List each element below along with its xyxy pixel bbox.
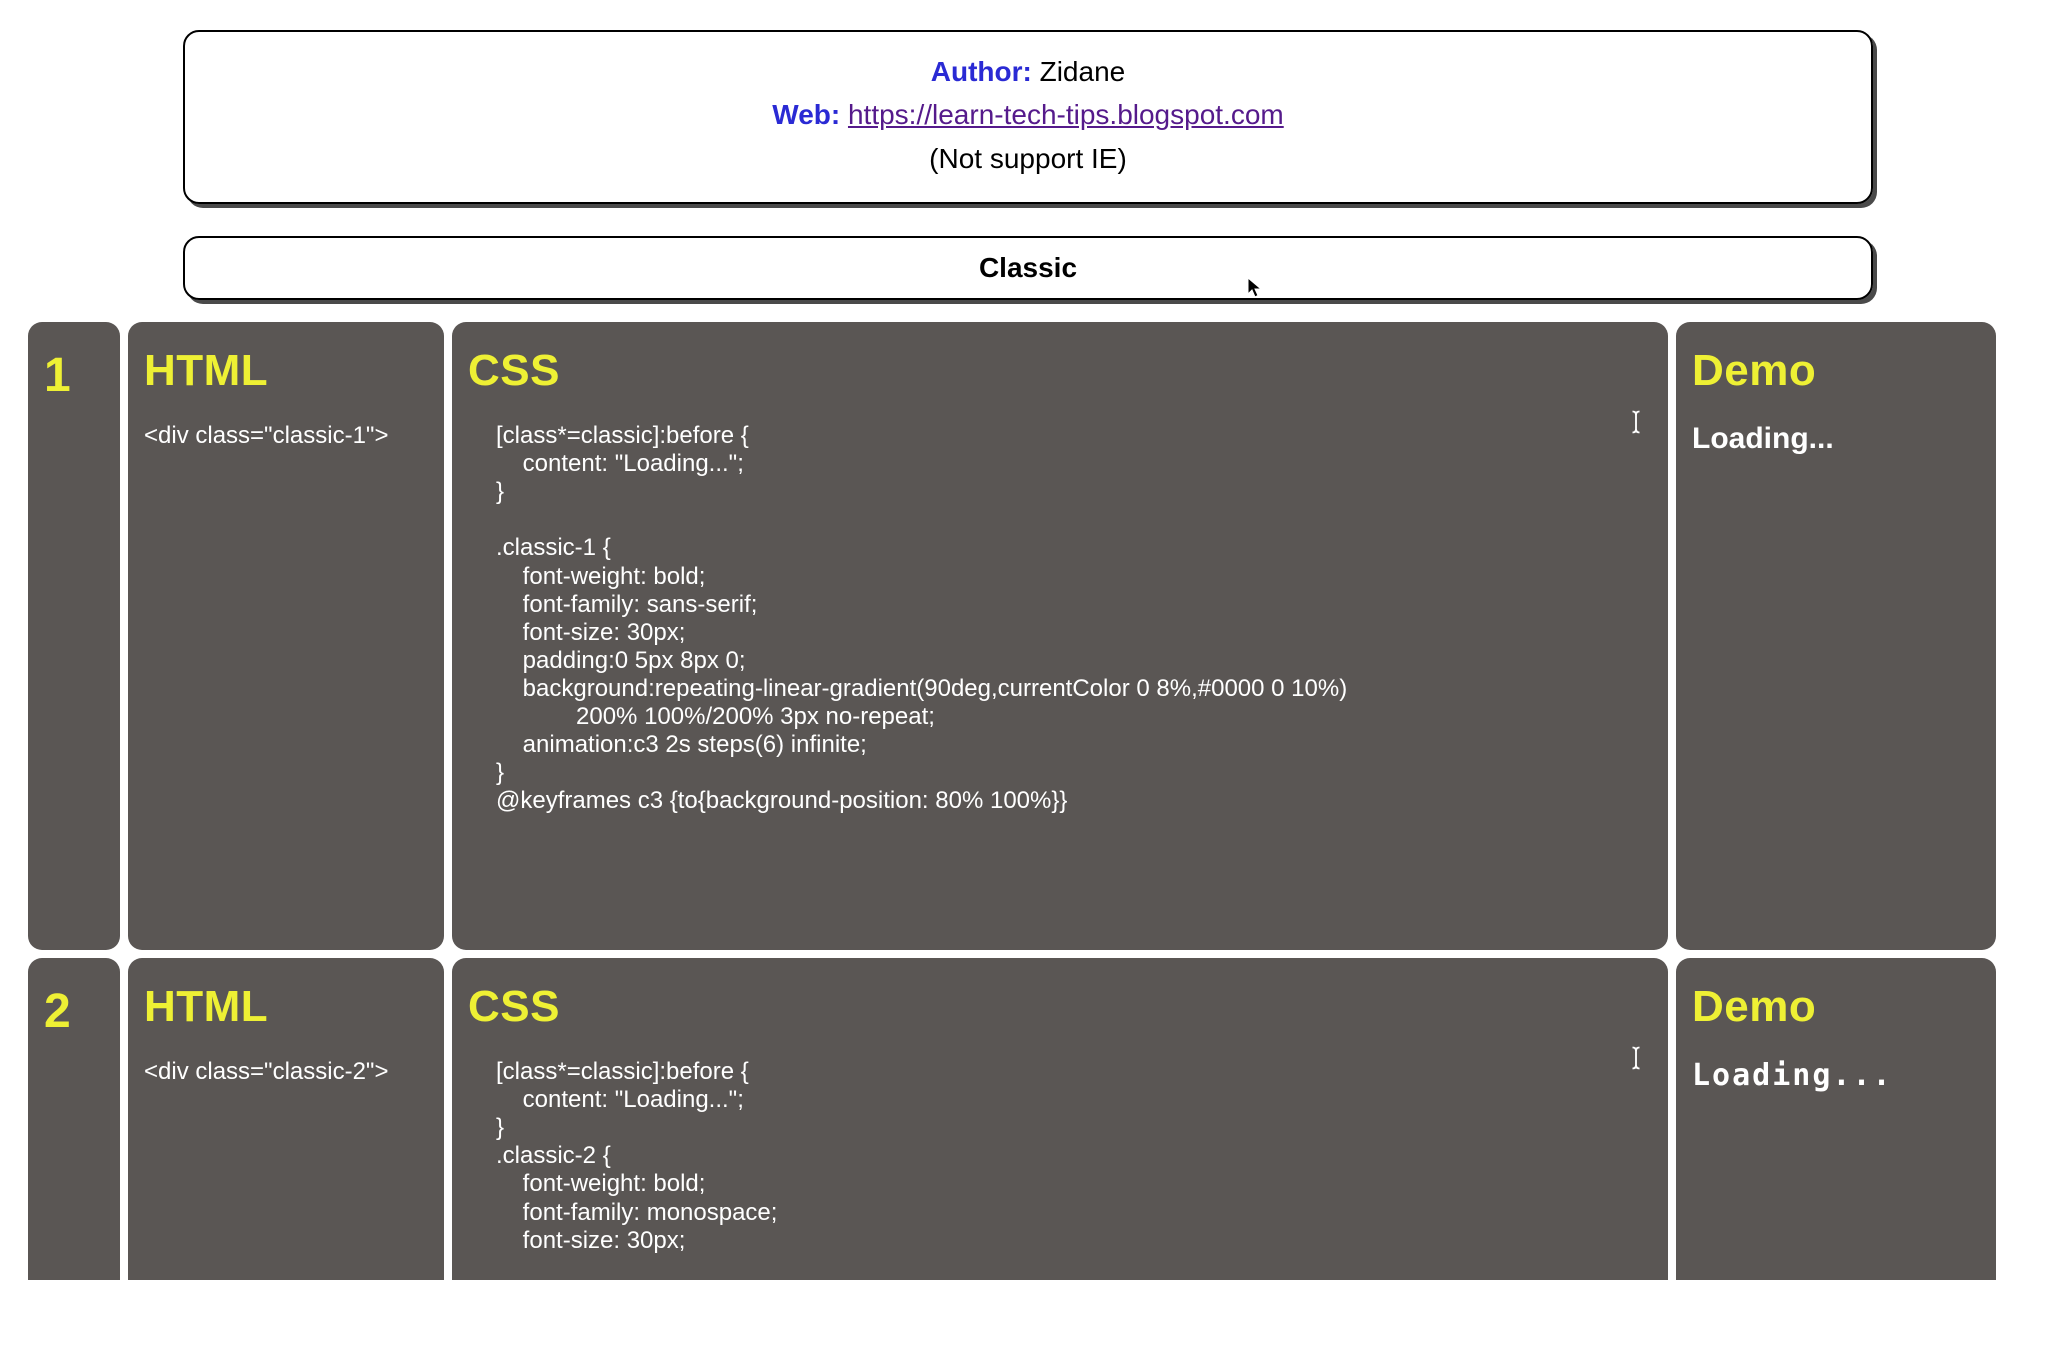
css-cell: CSS [class*=classic]:before { content: "… xyxy=(452,958,1668,1280)
css-header: CSS xyxy=(468,346,1652,396)
table-row: 1 HTML <div class="classic-1"> CSS [clas… xyxy=(28,322,1996,950)
web-label: Web: xyxy=(772,99,840,130)
row-number: 2 xyxy=(44,984,104,1039)
section-title-box: Classic xyxy=(183,236,1873,300)
html-code: <div class="classic-2"> xyxy=(144,1058,428,1086)
row-number-cell: 1 xyxy=(28,322,120,950)
css-header: CSS xyxy=(468,982,1652,1032)
web-link[interactable]: https://learn-tech-tips.blogspot.com xyxy=(848,99,1284,130)
css-code: [class*=classic]:before { content: "Load… xyxy=(468,422,1652,815)
html-header: HTML xyxy=(144,982,428,1032)
web-line: Web: https://learn-tech-tips.blogspot.co… xyxy=(205,93,1851,136)
demo-header: Demo xyxy=(1692,346,1980,396)
html-header: HTML xyxy=(144,346,428,396)
demo-cell: Demo xyxy=(1676,322,1996,950)
text-cursor-icon xyxy=(1622,1044,1650,1072)
html-cell: HTML <div class="classic-2"> xyxy=(128,958,444,1280)
demo-loading-1 xyxy=(1692,422,1839,464)
author-line: Author: Zidane xyxy=(205,50,1851,93)
text-cursor-icon xyxy=(1622,408,1650,436)
html-code: <div class="classic-1"> xyxy=(144,422,428,450)
author-value: Zidane xyxy=(1032,56,1125,87)
html-cell: HTML <div class="classic-1"> xyxy=(128,322,444,950)
table-row: 2 HTML <div class="classic-2"> CSS [clas… xyxy=(28,958,1996,1280)
examples-table: 1 HTML <div class="classic-1"> CSS [clas… xyxy=(28,322,1996,1280)
demo-loading-2 xyxy=(1692,1058,1893,1093)
css-cell: CSS [class*=classic]:before { content: "… xyxy=(452,322,1668,950)
row-number-cell: 2 xyxy=(28,958,120,1280)
browser-support-note: (Not support IE) xyxy=(205,137,1851,180)
demo-header: Demo xyxy=(1692,982,1980,1032)
css-code: [class*=classic]:before { content: "Load… xyxy=(468,1058,1652,1255)
section-title: Classic xyxy=(205,252,1851,284)
demo-cell: Demo xyxy=(1676,958,1996,1280)
author-label: Author: xyxy=(931,56,1032,87)
row-number: 1 xyxy=(44,348,104,403)
author-info-box: Author: Zidane Web: https://learn-tech-t… xyxy=(183,30,1873,204)
